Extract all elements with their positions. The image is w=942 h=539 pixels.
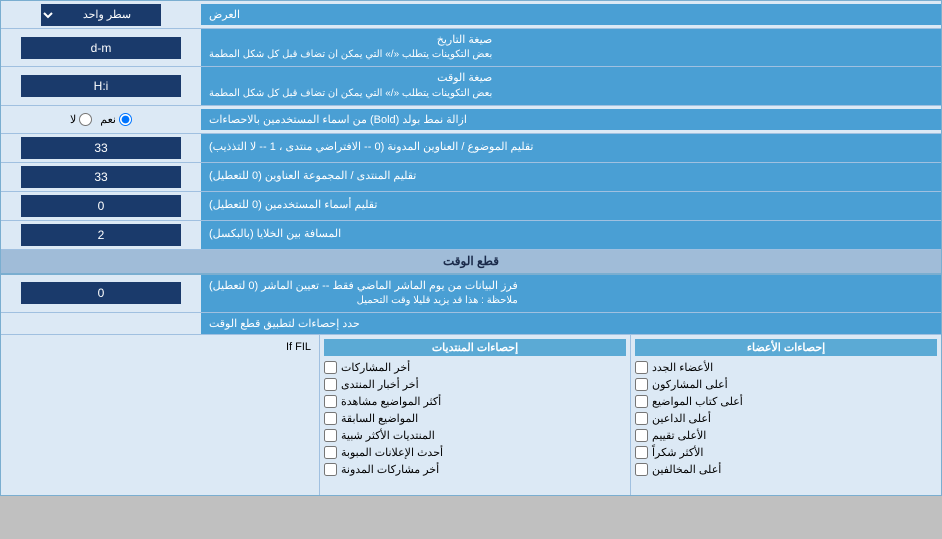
bold-remove-row: ازالة نمط بولد (Bold) من اسماء المستخدمي… xyxy=(1,106,941,134)
bold-no-label[interactable]: لا xyxy=(70,113,92,126)
username-trim-row: تقليم أسماء المستخدمين (0 للتعطيل) xyxy=(1,192,941,221)
note-column: If FIL xyxy=(1,335,319,495)
topic-trim-input[interactable] xyxy=(21,137,181,159)
recent-topics-item: المواضيع السابقة xyxy=(324,410,626,427)
cutoff-days-input[interactable] xyxy=(21,282,181,304)
checkboxes-section: حدد إحصاءات لتطبيق قطع الوقت إحصاءات الأ… xyxy=(1,313,941,495)
top-authors-checkbox[interactable] xyxy=(635,395,648,408)
most-thanked-checkbox[interactable] xyxy=(635,446,648,459)
recent-posts-item: أخر المشاركات xyxy=(324,359,626,376)
forum-trim-row: تقليم المنتدى / المجموعة العناوين (0 للت… xyxy=(1,163,941,192)
display-mode-label: العرض xyxy=(201,4,941,25)
top-authors-item: أعلى كتاب المواضيع xyxy=(635,393,937,410)
similar-forums-item: المنتديات الأكثر شبية xyxy=(324,427,626,444)
forums-stats-title: إحصاءات المنتديات xyxy=(324,339,626,356)
top-raters-item: الأعلى تقييم xyxy=(635,427,937,444)
new-members-checkbox[interactable] xyxy=(635,361,648,374)
recent-posts-checkbox[interactable] xyxy=(324,361,337,374)
bold-remove-controls: نعم لا xyxy=(1,111,201,128)
members-stats-title: إحصاءات الأعضاء xyxy=(635,339,937,356)
latest-news-item: أخر أخبار المنتدى xyxy=(324,376,626,393)
top-posters-checkbox[interactable] xyxy=(635,378,648,391)
members-stats-column: إحصاءات الأعضاء الأعضاء الجدد أعلى المشا… xyxy=(630,335,941,495)
most-viewed-item: أكثر المواضيع مشاهدة xyxy=(324,393,626,410)
display-mode-select[interactable]: سطر واحد متعدد الأسطر xyxy=(41,4,161,26)
checkboxes-header-row: حدد إحصاءات لتطبيق قطع الوقت xyxy=(1,313,941,335)
display-mode-row: العرض سطر واحد متعدد الأسطر xyxy=(1,1,941,29)
top-raters-checkbox[interactable] xyxy=(635,429,648,442)
top-moderators-item: أعلى المخالفين xyxy=(635,461,937,478)
cutoff-days-control xyxy=(1,280,201,306)
checkboxes-note-label: حدد إحصاءات لتطبيق قطع الوقت xyxy=(201,313,941,334)
time-format-row: صيغة الوقت بعض التكوينات يتطلب «/» التي … xyxy=(1,67,941,105)
date-format-control xyxy=(1,35,201,61)
forums-stats-column: إحصاءات المنتديات أخر المشاركات أخر أخبا… xyxy=(319,335,630,495)
time-format-label: صيغة الوقت بعض التكوينات يتطلب «/» التي … xyxy=(201,67,941,104)
display-mode-control: سطر واحد متعدد الأسطر xyxy=(1,4,201,26)
recent-collab-checkbox[interactable] xyxy=(324,463,337,476)
username-trim-input[interactable] xyxy=(21,195,181,217)
forum-trim-input[interactable] xyxy=(21,166,181,188)
cell-spacing-label: المسافة بين الخلايا (بالبكسل) xyxy=(201,221,941,249)
time-format-control xyxy=(1,73,201,99)
bold-yes-radio[interactable] xyxy=(119,113,132,126)
bold-remove-label: ازالة نمط بولد (Bold) من اسماء المستخدمي… xyxy=(201,109,941,130)
cutoff-section-header: قطع الوقت xyxy=(1,250,941,275)
main-container: العرض سطر واحد متعدد الأسطر صيغة التاريخ… xyxy=(0,0,942,496)
topic-trim-control xyxy=(1,135,201,161)
forum-trim-control xyxy=(1,164,201,190)
cell-spacing-input[interactable] xyxy=(21,224,181,246)
cell-spacing-row: المسافة بين الخلايا (بالبكسل) xyxy=(1,221,941,250)
date-format-row: صيغة التاريخ بعض التكوينات يتطلب «/» الت… xyxy=(1,29,941,67)
date-format-label: صيغة التاريخ بعض التكوينات يتطلب «/» الت… xyxy=(201,29,941,66)
recent-ads-checkbox[interactable] xyxy=(324,446,337,459)
forum-trim-label: تقليم المنتدى / المجموعة العناوين (0 للت… xyxy=(201,163,941,191)
checkboxes-grid: إحصاءات الأعضاء الأعضاء الجدد أعلى المشا… xyxy=(1,335,941,495)
username-trim-control xyxy=(1,193,201,219)
top-visitors-item: أعلى الداعين xyxy=(635,410,937,427)
most-thanked-item: الأكثر شكراً xyxy=(635,444,937,461)
topic-trim-row: تقليم الموضوع / العناوين المدونة (0 -- ا… xyxy=(1,134,941,163)
cutoff-header-title: قطع الوقت xyxy=(1,250,941,274)
top-visitors-checkbox[interactable] xyxy=(635,412,648,425)
time-format-input[interactable] xyxy=(21,75,181,97)
recent-ads-item: أحدث الإعلانات المبوبة xyxy=(324,444,626,461)
bold-no-radio[interactable] xyxy=(79,113,92,126)
most-viewed-checkbox[interactable] xyxy=(324,395,337,408)
recent-collab-item: أخر مشاركات المدونة xyxy=(324,461,626,478)
username-trim-label: تقليم أسماء المستخدمين (0 للتعطيل) xyxy=(201,192,941,220)
similar-forums-checkbox[interactable] xyxy=(324,429,337,442)
topic-trim-label: تقليم الموضوع / العناوين المدونة (0 -- ا… xyxy=(201,134,941,162)
cutoff-days-row: فرز البيانات من يوم الماشر الماضي فقط --… xyxy=(1,275,941,313)
latest-news-checkbox[interactable] xyxy=(324,378,337,391)
recent-topics-checkbox[interactable] xyxy=(324,412,337,425)
bold-yes-label[interactable]: نعم xyxy=(100,113,132,126)
new-members-item: الأعضاء الجدد xyxy=(635,359,937,376)
top-posters-item: أعلى المشاركون xyxy=(635,376,937,393)
cell-spacing-control xyxy=(1,222,201,248)
date-format-input[interactable] xyxy=(21,37,181,59)
top-moderators-checkbox[interactable] xyxy=(635,463,648,476)
cutoff-days-label: فرز البيانات من يوم الماشر الماضي فقط --… xyxy=(201,275,941,312)
